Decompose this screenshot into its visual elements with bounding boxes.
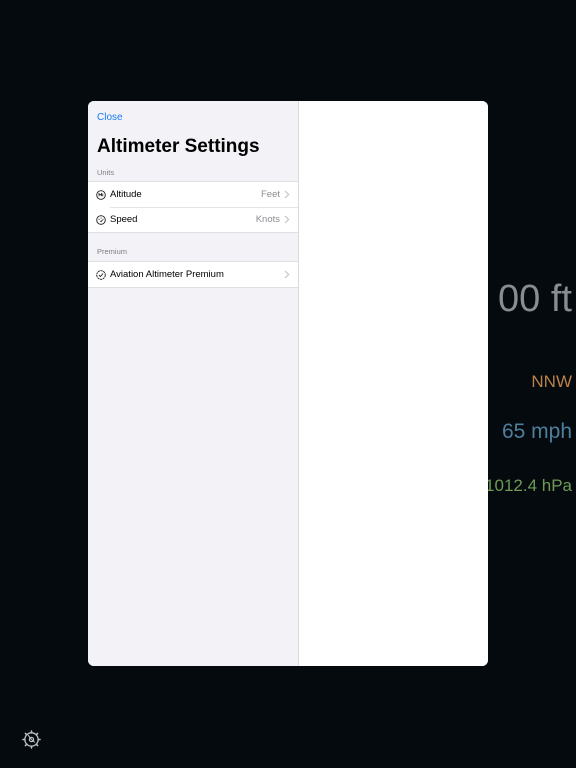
speed-readout: 65 mph	[501, 420, 572, 443]
checkmark-seal-icon	[96, 269, 106, 280]
page-title: Altimeter Settings	[97, 136, 260, 157]
settings-modal: Close Altimeter Settings Units Altitude …	[88, 101, 488, 666]
premium-group: Aviation Altimeter Premium	[88, 261, 298, 288]
wind-direction-readout: NNW	[531, 372, 572, 391]
premium-row[interactable]: Aviation Altimeter Premium	[88, 262, 298, 287]
chevron-right-icon	[284, 270, 290, 279]
altitude-readout: 00 ft	[498, 278, 572, 320]
altitude-row-value: Feet	[260, 189, 280, 200]
altitude-row-label: Altitude	[110, 189, 142, 200]
altitude-gauge-icon	[96, 189, 106, 200]
chevron-right-icon	[284, 215, 290, 224]
section-header-units: Units	[97, 168, 115, 177]
speed-unit-row[interactable]: Speed Knots	[88, 207, 298, 232]
settings-gear-icon[interactable]	[22, 730, 41, 749]
close-button[interactable]: Close	[97, 112, 123, 123]
premium-row-label: Aviation Altimeter Premium	[110, 269, 224, 280]
speed-row-value: Knots	[255, 214, 280, 225]
settings-master-pane: Close Altimeter Settings Units Altitude …	[88, 101, 299, 666]
speed-row-label: Speed	[110, 214, 138, 225]
units-group: Altitude Feet Speed Knots	[88, 181, 298, 233]
pressure-readout: 1012.4 hPa	[485, 476, 572, 495]
settings-detail-pane	[299, 101, 488, 666]
section-header-premium: Premium	[97, 247, 128, 256]
altitude-unit-row[interactable]: Altitude Feet	[88, 182, 298, 207]
speedometer-icon	[96, 214, 106, 225]
chevron-right-icon	[284, 190, 290, 199]
